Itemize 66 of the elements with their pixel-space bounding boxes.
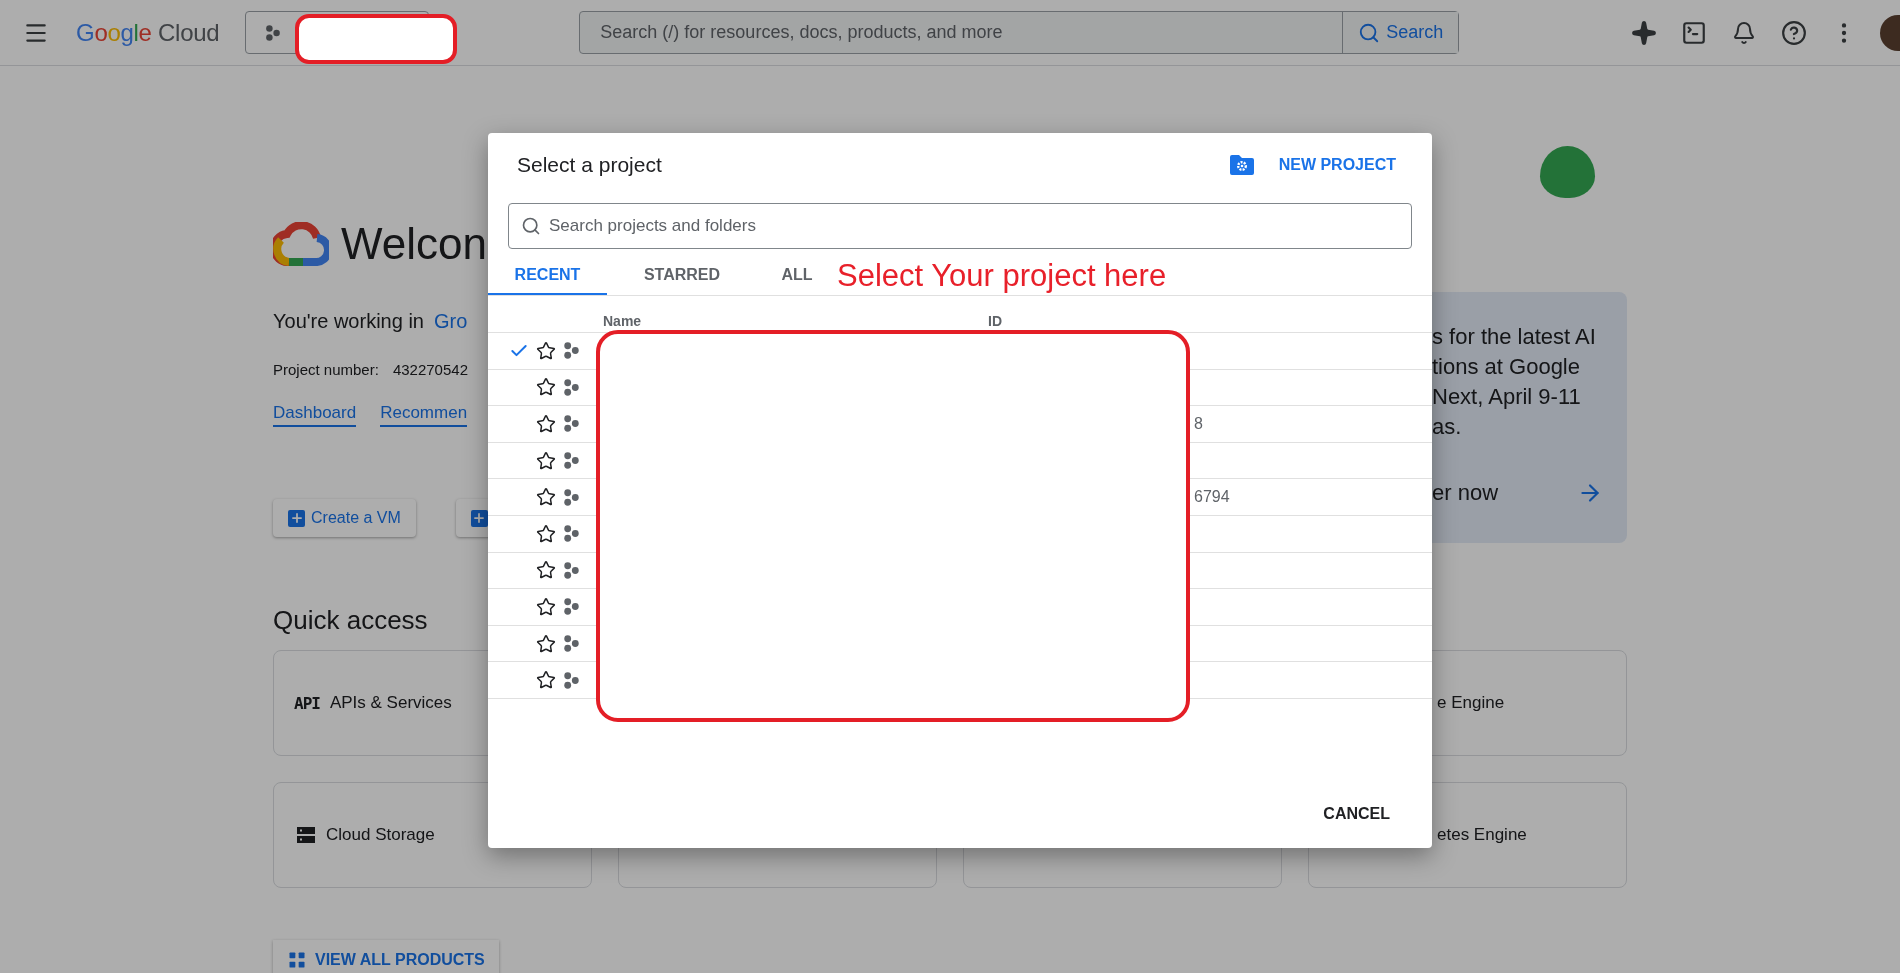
tab[interactable]: STARRED	[607, 257, 757, 295]
promo-text: as.	[1432, 413, 1463, 441]
api-icon: API	[294, 693, 320, 713]
star-icon[interactable]	[536, 414, 556, 434]
project-icon	[562, 487, 581, 507]
promo-text: tions at Google	[1432, 353, 1581, 381]
project-number-label: Project number:	[273, 361, 379, 378]
grid-icon	[287, 950, 307, 970]
help-icon[interactable]	[1780, 18, 1808, 47]
promo-link[interactable]: er now	[1432, 480, 1499, 506]
dialog-title: Select a project	[517, 153, 662, 177]
project-icon	[562, 560, 581, 580]
tab[interactable]: RECENT	[488, 257, 607, 295]
create-button[interactable]: Create a VM	[273, 499, 416, 537]
project-link[interactable]: Gro	[433, 310, 468, 333]
promo-text: s for the latest AI	[1432, 323, 1597, 351]
star-icon[interactable]	[536, 523, 556, 544]
search-icon	[1358, 21, 1381, 44]
product-name: e Engine	[1437, 693, 1505, 713]
star-icon[interactable]	[536, 670, 556, 691]
new-project-button[interactable]: NEW PROJECT	[1222, 153, 1402, 177]
star-icon[interactable]	[536, 340, 556, 361]
google-cloud-logo[interactable]: Google Cloud	[76, 18, 220, 47]
project-icon	[264, 23, 283, 42]
view-all-button[interactable]: VIEW ALL PRODUCTS	[273, 940, 499, 973]
project-icon	[562, 451, 581, 471]
sparkle-icon[interactable]	[1630, 18, 1658, 47]
product-name: etes Engine	[1437, 825, 1527, 845]
search-field[interactable]: Search (/) for resources, docs, products, and more Search	[579, 11, 1460, 54]
nav-link[interactable]: Dashboard	[273, 403, 357, 427]
project-icon	[562, 377, 581, 397]
project-icon	[562, 597, 581, 617]
project-number: 432270542	[392, 361, 468, 378]
project-icon	[562, 670, 581, 690]
product-name: Cloud Storage	[326, 825, 435, 845]
column-header: ID	[988, 313, 1003, 331]
project-id: 6794	[1194, 488, 1231, 507]
nav-link[interactable]: Recommen	[380, 403, 468, 427]
column-header: Name	[603, 313, 643, 331]
project-search-box[interactable]: Search projects and folders	[508, 203, 1412, 249]
plus-icon	[288, 509, 305, 527]
star-icon[interactable]	[536, 560, 556, 581]
promo-text: Next, April 9-11	[1432, 383, 1582, 411]
star-icon[interactable]	[536, 487, 556, 508]
blob-drawing	[1540, 146, 1595, 198]
product-name: APIs & Services	[329, 693, 452, 713]
star-icon[interactable]	[536, 596, 556, 617]
project-icon	[562, 524, 581, 544]
welcome-title: Welcon	[341, 222, 487, 266]
section-title: Quick access	[273, 605, 428, 636]
annotation-text: Select Your project here	[837, 258, 1167, 294]
star-icon[interactable]	[536, 633, 556, 654]
tab[interactable]: ALL	[757, 257, 837, 295]
folder-gear-icon	[1228, 154, 1255, 176]
star-icon[interactable]	[536, 450, 556, 471]
project-id: 8	[1194, 415, 1204, 433]
project-icon	[562, 341, 581, 361]
project-icon	[562, 414, 581, 434]
storage-icon	[296, 825, 316, 845]
star-icon[interactable]	[536, 377, 556, 398]
search-icon	[521, 216, 541, 236]
project-icon	[562, 634, 581, 654]
search-button[interactable]: Search	[1342, 12, 1459, 53]
cancel-button[interactable]: CANCEL	[1317, 804, 1396, 824]
cloud-logo-icon	[273, 222, 329, 266]
working-in-text: You're working in	[273, 310, 424, 333]
